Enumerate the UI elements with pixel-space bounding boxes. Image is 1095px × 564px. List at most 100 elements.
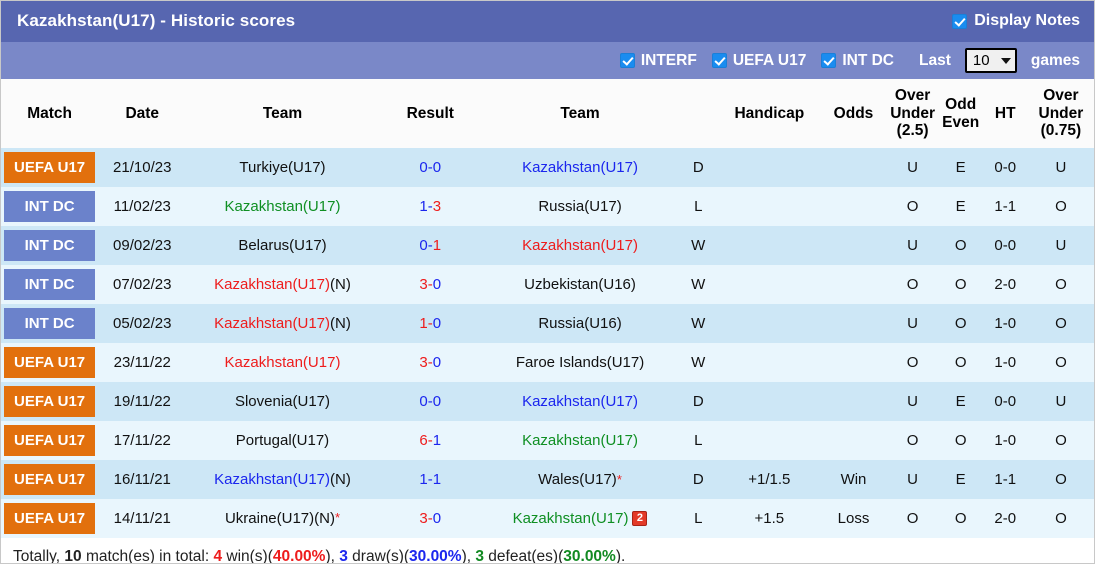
games-label: games	[1030, 51, 1080, 69]
cell-home-team[interactable]: Kazakhstan(U17)(N)	[186, 304, 379, 343]
table-row[interactable]: UEFA U17 14/11/21 Ukraine(U17)(N)* 3-0 Kazak…	[1, 499, 1094, 538]
col-header-away-team[interactable]: Team	[481, 79, 679, 148]
table-row[interactable]: UEFA U17 19/11/22 Slovenia(U17) 0-0 Kazakhst…	[1, 382, 1094, 421]
col-header-over-under-25[interactable]: Over Under (2.5)	[886, 79, 939, 148]
col-header-odd-even[interactable]: Odd Even	[938, 79, 983, 148]
col-header-ht[interactable]: HT	[982, 79, 1028, 148]
cell-match-type[interactable]: INT DC	[1, 187, 99, 226]
cell-away-team[interactable]: Kazakhstan(U17)	[481, 226, 679, 265]
col-header-odds[interactable]: Odds	[820, 79, 887, 148]
cell-wdl: W	[678, 343, 719, 382]
last-label: Last	[919, 51, 951, 69]
table-row[interactable]: UEFA U17 16/11/21 Kazakhstan(U17)(N) 1-1 Wal…	[1, 460, 1094, 499]
table-row[interactable]: INT DC 05/02/23 Kazakhstan(U17)(N) 1-0 Russi…	[1, 304, 1094, 343]
col-header-handicap[interactable]: Handicap	[718, 79, 821, 148]
games-count-select[interactable]: 10	[964, 48, 1017, 73]
filter-interf[interactable]: INTERF	[619, 52, 697, 70]
col-header-date[interactable]: Date	[98, 79, 187, 148]
away-team-name: Kazakhstan(U17)	[522, 432, 638, 449]
cell-result[interactable]: 3-0	[378, 265, 482, 304]
cell-result[interactable]: 1-3	[378, 187, 482, 226]
table-row[interactable]: INT DC 09/02/23 Belarus(U17) 0-1 Kazakhstan(…	[1, 226, 1094, 265]
cell-match-type[interactable]: UEFA U17	[1, 343, 99, 382]
cell-result[interactable]: 3-0	[378, 499, 482, 538]
cell-over-under-25: O	[886, 421, 939, 460]
s1-p5: draw(s)(	[347, 548, 410, 564]
cell-match-type[interactable]: INT DC	[1, 265, 99, 304]
cell-home-team[interactable]: Slovenia(U17)	[186, 382, 379, 421]
col-header-match[interactable]: Match	[1, 79, 99, 148]
display-notes-toggle[interactable]: Display Notes	[952, 12, 1080, 30]
cell-result[interactable]: 3-0	[378, 343, 482, 382]
table-row[interactable]: INT DC 07/02/23 Kazakhstan(U17)(N) 3-0 Uzbek…	[1, 265, 1094, 304]
cell-match-type[interactable]: UEFA U17	[1, 382, 99, 421]
table-row[interactable]: UEFA U17 23/11/22 Kazakhstan(U17) 3-0 Faroe …	[1, 343, 1094, 382]
cell-away-team[interactable]: Wales(U17) *	[481, 460, 679, 499]
filter-int-dc[interactable]: INT DC	[821, 52, 894, 70]
cell-home-team[interactable]: Portugal(U17)	[186, 421, 379, 460]
cell-handicap: +1.5	[718, 499, 821, 538]
cell-home-team[interactable]: Kazakhstan(U17)(N)	[186, 265, 379, 304]
cell-match-type[interactable]: UEFA U17	[1, 421, 99, 460]
interf-checkbox[interactable]	[619, 53, 635, 68]
home-team-name: Turkiye(U17)	[239, 159, 326, 176]
cell-home-team[interactable]: Turkiye(U17)	[186, 148, 379, 187]
cell-over-under-075: O	[1027, 343, 1094, 382]
cell-odds: Win	[820, 460, 887, 499]
cell-result[interactable]: 6-1	[378, 421, 482, 460]
cell-home-team[interactable]: Belarus(U17)	[186, 226, 379, 265]
cell-handicap	[718, 226, 821, 265]
cell-away-team[interactable]: Kazakhstan(U17)	[481, 148, 679, 187]
cell-over-under-25: O	[886, 499, 939, 538]
cell-away-team[interactable]: Faroe Islands(U17)	[481, 343, 679, 382]
away-team-wrapper: Kazakhstan(U17)	[522, 432, 638, 449]
cell-result[interactable]: 0-1	[378, 226, 482, 265]
cell-match-type[interactable]: UEFA U17	[1, 460, 99, 499]
cell-wdl: W	[678, 304, 719, 343]
display-notes-checkbox[interactable]	[952, 13, 968, 29]
cell-home-team[interactable]: Kazakhstan(U17)	[186, 187, 379, 226]
away-team-wrapper: Kazakhstan(U17) 2	[513, 510, 648, 527]
historic-scores-table: Match Date Team Result Team Handicap Odd…	[1, 79, 1094, 538]
col-header-over-under-075[interactable]: Over Under (0.75)	[1027, 79, 1094, 148]
match-type-badge: UEFA U17	[4, 503, 96, 534]
cell-away-team[interactable]: Kazakhstan(U17) 2	[481, 499, 679, 538]
cell-away-team[interactable]: Uzbekistan(U16)	[481, 265, 679, 304]
cell-result[interactable]: 0-0	[378, 382, 482, 421]
cell-match-type[interactable]: UEFA U17	[1, 499, 99, 538]
int-dc-label: INT DC	[842, 51, 894, 69]
cell-match-type[interactable]: INT DC	[1, 304, 99, 343]
cell-match-type[interactable]: UEFA U17	[1, 148, 99, 187]
col-header-home-team[interactable]: Team	[186, 79, 379, 148]
result-away-goals: 1	[432, 237, 442, 254]
int-dc-checkbox[interactable]	[821, 53, 837, 68]
cell-home-team[interactable]: Ukraine(U17)(N)*	[186, 499, 379, 538]
cell-away-team[interactable]: Russia(U16)	[481, 304, 679, 343]
cell-away-team[interactable]: Russia(U17)	[481, 187, 679, 226]
away-team-name: Kazakhstan(U17)	[522, 237, 638, 254]
cell-home-team[interactable]: Kazakhstan(U17)(N)	[186, 460, 379, 499]
s1-p3: win(s)(	[222, 548, 273, 564]
cell-result[interactable]: 0-0	[378, 148, 482, 187]
cell-handicap	[718, 148, 821, 187]
filter-uefa-u17[interactable]: UEFA U17	[711, 52, 806, 70]
uefa-u17-checkbox[interactable]	[711, 53, 727, 68]
match-type-badge: INT DC	[4, 269, 96, 300]
cell-away-team[interactable]: Kazakhstan(U17)	[481, 382, 679, 421]
cell-result[interactable]: 1-0	[378, 304, 482, 343]
table-row[interactable]: INT DC 11/02/23 Kazakhstan(U17) 1-3 Russia(U…	[1, 187, 1094, 226]
table-row[interactable]: UEFA U17 17/11/22 Portugal(U17) 6-1 Kazakhst…	[1, 421, 1094, 460]
cell-result[interactable]: 1-1	[378, 460, 482, 499]
result-away-goals: 0	[432, 393, 442, 410]
red-card-note-icon[interactable]: 2	[632, 511, 648, 526]
cell-odd-even: O	[938, 304, 983, 343]
cell-odd-even: E	[938, 460, 983, 499]
cell-match-type[interactable]: INT DC	[1, 226, 99, 265]
col-header-result[interactable]: Result	[378, 79, 482, 148]
cell-away-team[interactable]: Kazakhstan(U17)	[481, 421, 679, 460]
asterisk-icon: *	[334, 510, 341, 525]
cell-odd-even: E	[938, 187, 983, 226]
cell-home-team[interactable]: Kazakhstan(U17)	[186, 343, 379, 382]
cell-handicap: +1/1.5	[718, 460, 821, 499]
table-row[interactable]: UEFA U17 21/10/23 Turkiye(U17) 0-0 Kazakhsta…	[1, 148, 1094, 187]
